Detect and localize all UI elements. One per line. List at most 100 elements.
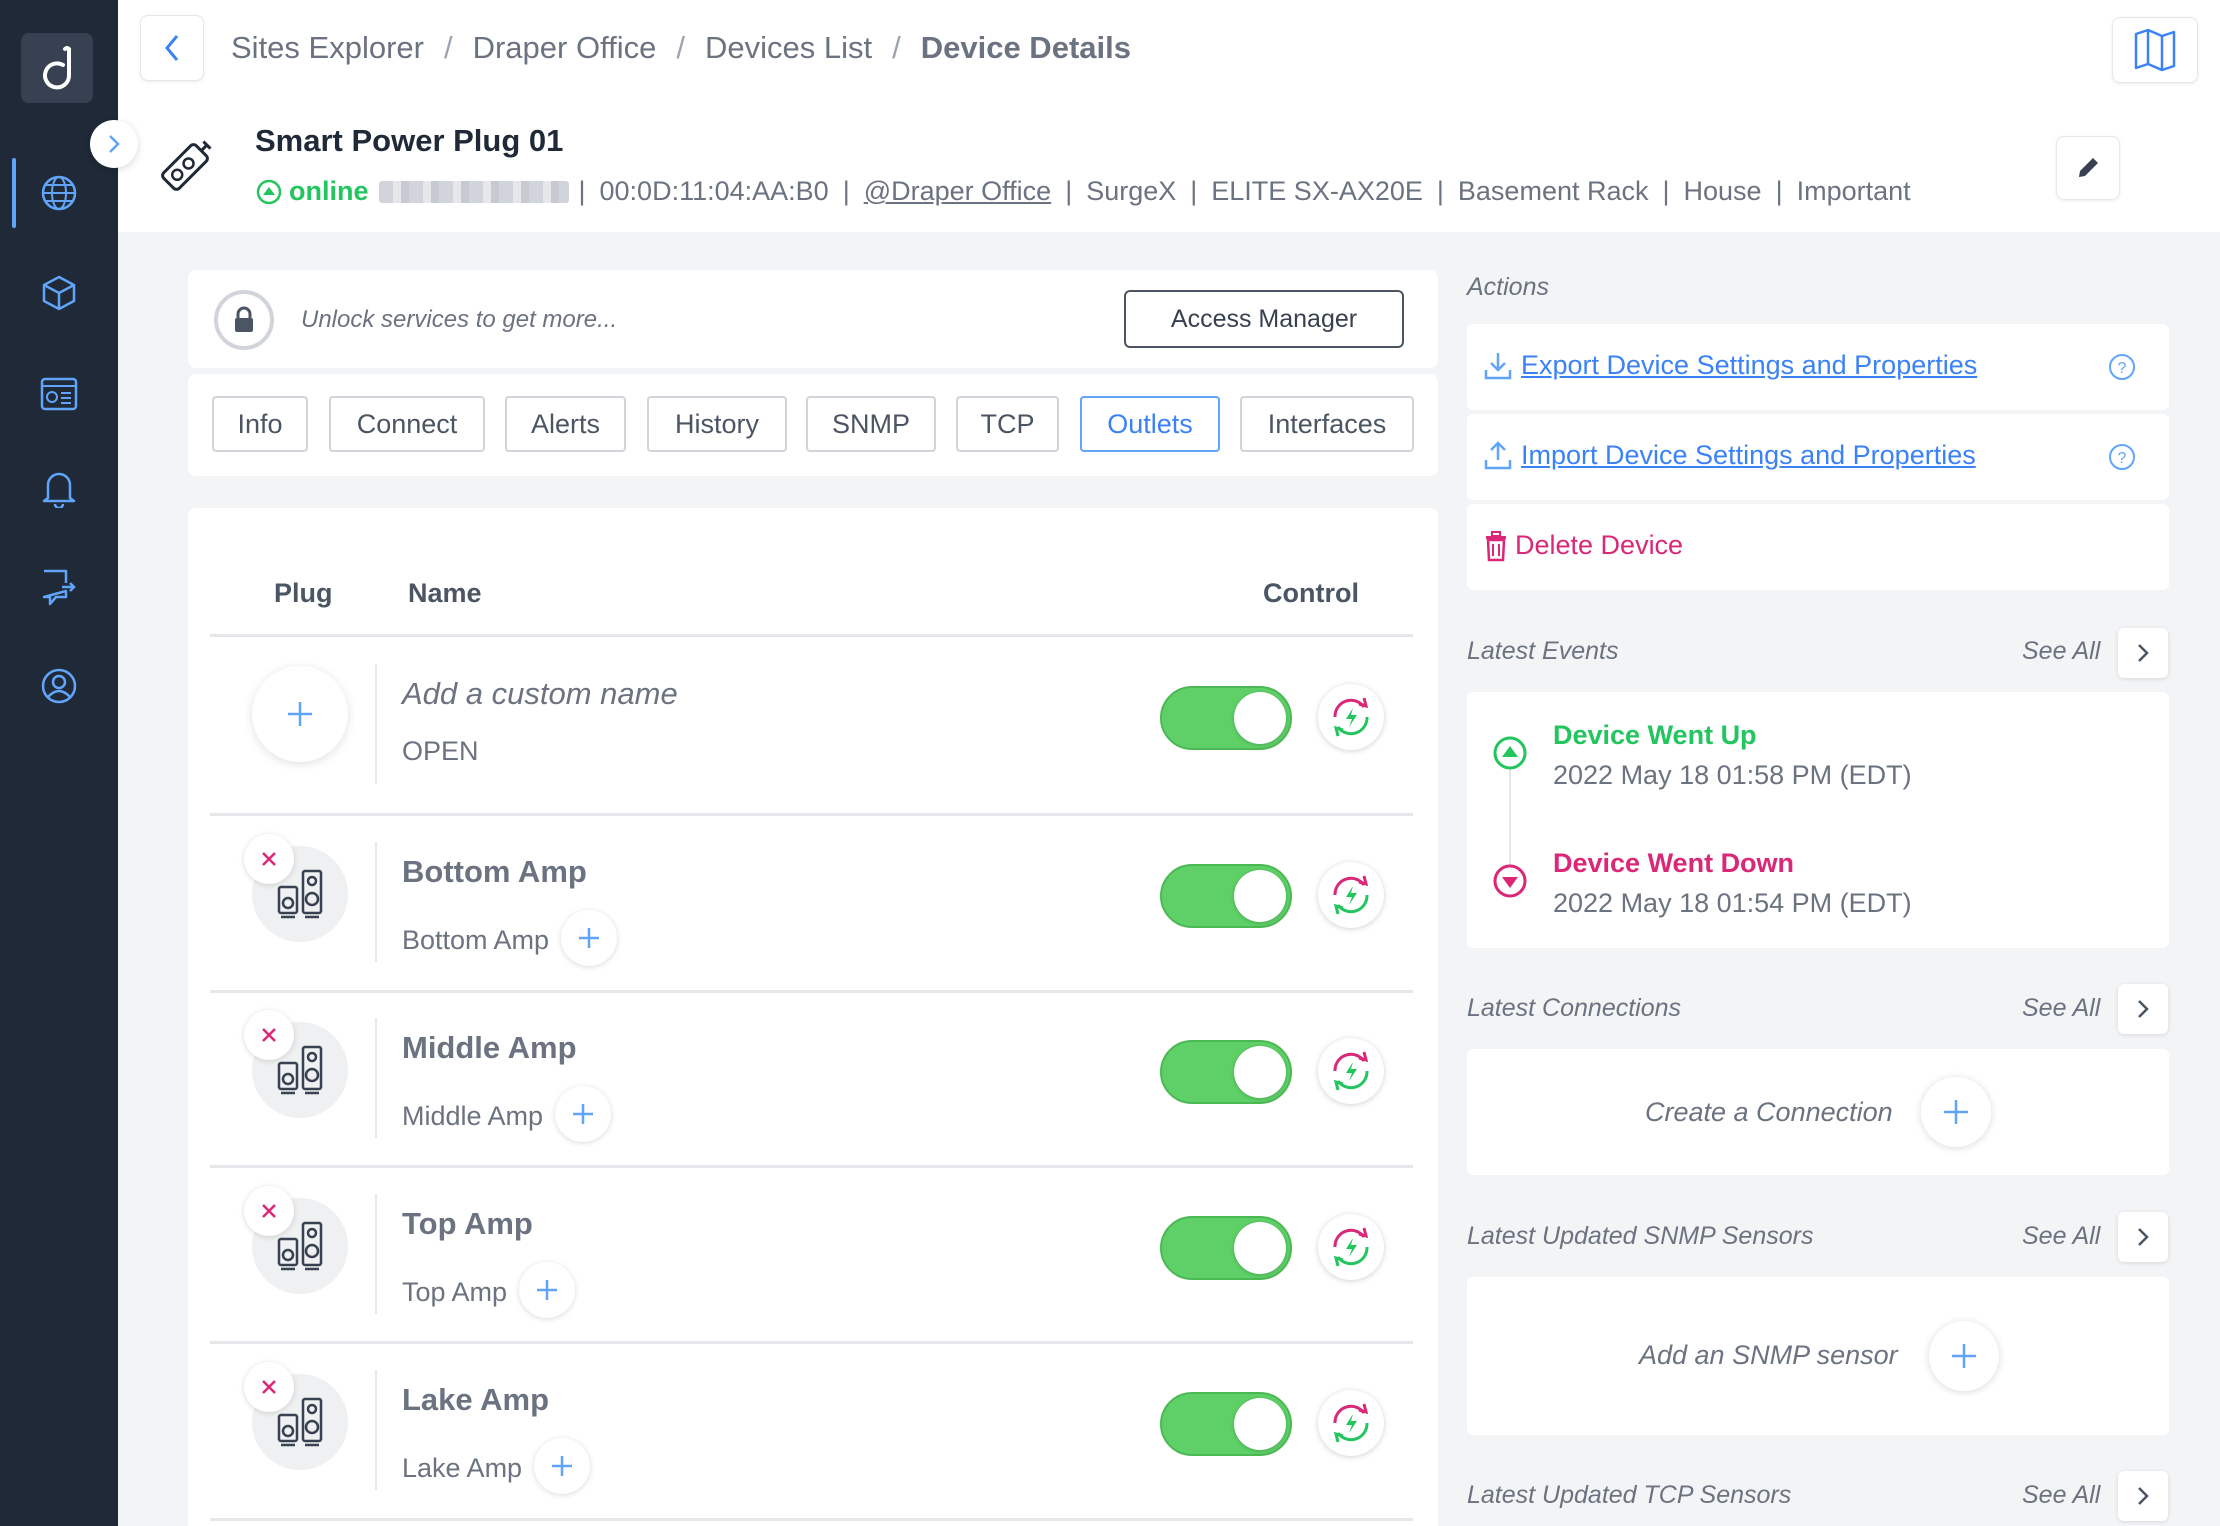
tab-history[interactable]: History	[647, 396, 787, 452]
add-snmp-sensor-label: Add an SNMP sensor	[1639, 1340, 1898, 1370]
access-manager-button[interactable]: Access Manager	[1124, 290, 1404, 348]
delete-action[interactable]: Delete Device	[1467, 504, 2169, 590]
meta-divider: |	[842, 176, 850, 206]
outlet-custom-name-input[interactable]: Add a custom name	[402, 676, 678, 712]
sidebar-expand-button[interactable]	[90, 120, 138, 168]
outlet-name[interactable]: Middle Amp	[402, 1030, 577, 1066]
outlet-subtitle: Top Amp	[402, 1262, 576, 1318]
snmp-see-all-button[interactable]	[2118, 1212, 2168, 1262]
support-icon	[41, 668, 77, 704]
connections-see-all-button[interactable]	[2118, 984, 2168, 1034]
device-header: Sites Explorer / Draper Office / Devices…	[118, 0, 2220, 232]
power-cycle-button[interactable]	[1318, 1038, 1384, 1104]
export-settings-link[interactable]: Export Device Settings and Properties	[1521, 350, 1977, 381]
tcp-see-all[interactable]: See All	[2022, 1481, 2100, 1510]
add-button[interactable]	[561, 910, 618, 966]
nav-sites[interactable]	[37, 171, 81, 215]
plus-icon	[552, 1456, 573, 1476]
outlet-power-toggle[interactable]	[1160, 864, 1292, 928]
add-button[interactable]	[519, 1262, 576, 1318]
remove-icon-button[interactable]	[244, 1186, 294, 1236]
header-divider	[210, 634, 1413, 637]
remove-icon-button[interactable]	[244, 1362, 294, 1412]
outlet-name[interactable]: Bottom Amp	[402, 854, 587, 890]
power-cycle-button[interactable]	[1318, 1390, 1384, 1456]
breadcrumb-separator: /	[892, 30, 901, 65]
edit-device-button[interactable]	[2056, 136, 2120, 200]
power-cycle-button[interactable]	[1318, 684, 1384, 750]
close-icon	[262, 852, 276, 866]
device-tabs: Info Connect Alerts History SNMP TCP Out…	[188, 374, 1438, 476]
power-cycle-icon	[1333, 1227, 1369, 1267]
create-connection-label: Create a Connection	[1645, 1097, 1893, 1127]
app-logo[interactable]	[21, 33, 93, 103]
nav-support[interactable]	[37, 664, 81, 708]
documentation-button[interactable]	[2112, 17, 2198, 83]
tcp-see-all-button[interactable]	[2118, 1471, 2168, 1521]
event-date: 2022 May 18 01:54 PM (EDT)	[1553, 888, 1912, 918]
chevron-left-icon	[165, 35, 179, 61]
chevron-right-icon	[2138, 1487, 2149, 1505]
row-divider	[375, 664, 377, 784]
breadcrumb-sites-explorer[interactable]: Sites Explorer	[231, 30, 424, 66]
tab-info[interactable]: Info	[212, 396, 308, 452]
tab-alerts[interactable]: Alerts	[505, 396, 626, 452]
nav-devices[interactable]	[37, 271, 81, 315]
tab-tcp[interactable]: TCP	[956, 396, 1059, 452]
outlet-power-toggle[interactable]	[1160, 686, 1292, 750]
outlet-row: Lake Amp Lake Amp	[210, 1344, 1413, 1518]
outlet-name[interactable]: Lake Amp	[402, 1382, 549, 1418]
tab-interfaces[interactable]: Interfaces	[1240, 396, 1414, 452]
tab-connect[interactable]: Connect	[329, 396, 485, 452]
add-snmp-sensor-button[interactable]	[1929, 1321, 1999, 1391]
remove-icon-button[interactable]	[244, 1010, 294, 1060]
power-cycle-button[interactable]	[1318, 1214, 1384, 1280]
connections-see-all[interactable]: See All	[2022, 994, 2100, 1023]
row-divider	[375, 1194, 377, 1314]
outlet-default-name: Bottom Amp	[402, 924, 550, 955]
integration-icon	[42, 569, 76, 606]
outlet-name[interactable]: Top Amp	[402, 1206, 533, 1242]
events-see-all[interactable]: See All	[2022, 637, 2100, 666]
nav-dashboard[interactable]	[37, 372, 81, 416]
events-card: Device Went Up 2022 May 18 01:58 PM (EDT…	[1467, 692, 2169, 948]
power-cycle-button[interactable]	[1318, 862, 1384, 928]
outlet-power-toggle[interactable]	[1160, 1040, 1292, 1104]
snmp-see-all[interactable]: See All	[2022, 1222, 2100, 1251]
outlet-power-toggle[interactable]	[1160, 1392, 1292, 1456]
export-action: Export Device Settings and Properties ?	[1467, 324, 2169, 410]
tab-outlets[interactable]: Outlets	[1080, 396, 1220, 452]
event-title: Device Went Down	[1553, 848, 1795, 878]
nav-integrations[interactable]	[37, 565, 81, 609]
add-button[interactable]	[555, 1086, 612, 1142]
add-plug-button[interactable]	[252, 666, 348, 762]
device-mac: 00:0D:11:04:AA:B0	[599, 176, 829, 206]
plus-icon	[288, 702, 312, 726]
row-divider	[375, 1018, 377, 1138]
chevron-right-icon	[109, 135, 120, 153]
plus-icon	[1952, 1344, 1976, 1368]
row-separator	[210, 1518, 1413, 1521]
chevron-right-icon	[2138, 1000, 2149, 1018]
add-button[interactable]	[534, 1438, 591, 1494]
tab-snmp[interactable]: SNMP	[806, 396, 936, 452]
back-button[interactable]	[140, 15, 204, 81]
create-connection-button[interactable]	[1921, 1077, 1991, 1147]
outlet-row: Bottom Amp Bottom Amp	[210, 816, 1413, 990]
delete-device-label: Delete Device	[1515, 530, 1684, 560]
device-tag-house: House	[1683, 176, 1762, 206]
help-icon[interactable]: ?	[2107, 352, 2137, 382]
help-icon[interactable]: ?	[2107, 442, 2137, 472]
nav-alerts[interactable]	[37, 466, 81, 510]
device-site-link[interactable]: @Draper Office	[864, 176, 1051, 207]
meta-divider: |	[1662, 176, 1670, 206]
outlet-power-toggle[interactable]	[1160, 1216, 1292, 1280]
import-settings-link[interactable]: Import Device Settings and Properties	[1521, 440, 1976, 471]
events-see-all-button[interactable]	[2118, 628, 2168, 678]
remove-icon-button[interactable]	[244, 834, 294, 884]
breadcrumb-draper-office[interactable]: Draper Office	[473, 30, 657, 66]
meta-divider: |	[1190, 176, 1198, 206]
power-cycle-icon	[1333, 697, 1369, 737]
breadcrumb-devices-list[interactable]: Devices List	[705, 30, 872, 66]
row-divider	[375, 842, 377, 962]
